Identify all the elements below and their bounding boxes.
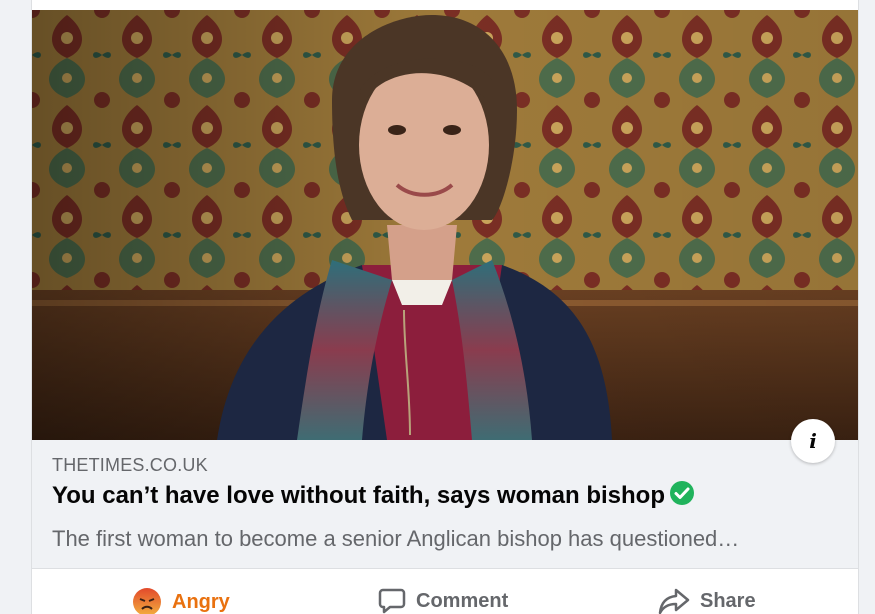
link-preview-meta[interactable]: THETIMES.CO.UK You can’t have love witho… — [32, 440, 858, 569]
share-button[interactable]: Share — [658, 587, 756, 614]
info-button[interactable]: i — [791, 419, 835, 463]
share-icon — [658, 588, 690, 614]
bishop-photo — [32, 10, 858, 440]
link-domain: THETIMES.CO.UK — [52, 455, 208, 475]
verified-check-icon — [669, 481, 694, 505]
comment-button[interactable]: Comment — [378, 587, 508, 614]
feed-post-card: i THETIMES.CO.UK You can’t have love wit… — [31, 0, 859, 614]
info-icon: i — [809, 429, 817, 453]
angry-face-icon — [133, 588, 161, 614]
reaction-label: Angry — [172, 590, 230, 613]
post-action-bar: Angry Comment Share — [32, 569, 858, 614]
comment-label: Comment — [416, 589, 509, 612]
reaction-button[interactable]: Angry — [132, 587, 230, 614]
share-label: Share — [700, 589, 756, 612]
link-description: The first woman to become a senior Angli… — [52, 526, 740, 551]
comment-icon — [378, 588, 406, 614]
link-preview-image[interactable] — [32, 10, 858, 440]
link-title[interactable]: You can’t have love without faith, says … — [52, 482, 665, 510]
card-top-edge — [32, 0, 858, 10]
link-title-row: You can’t have love without faith, says … — [52, 481, 695, 510]
